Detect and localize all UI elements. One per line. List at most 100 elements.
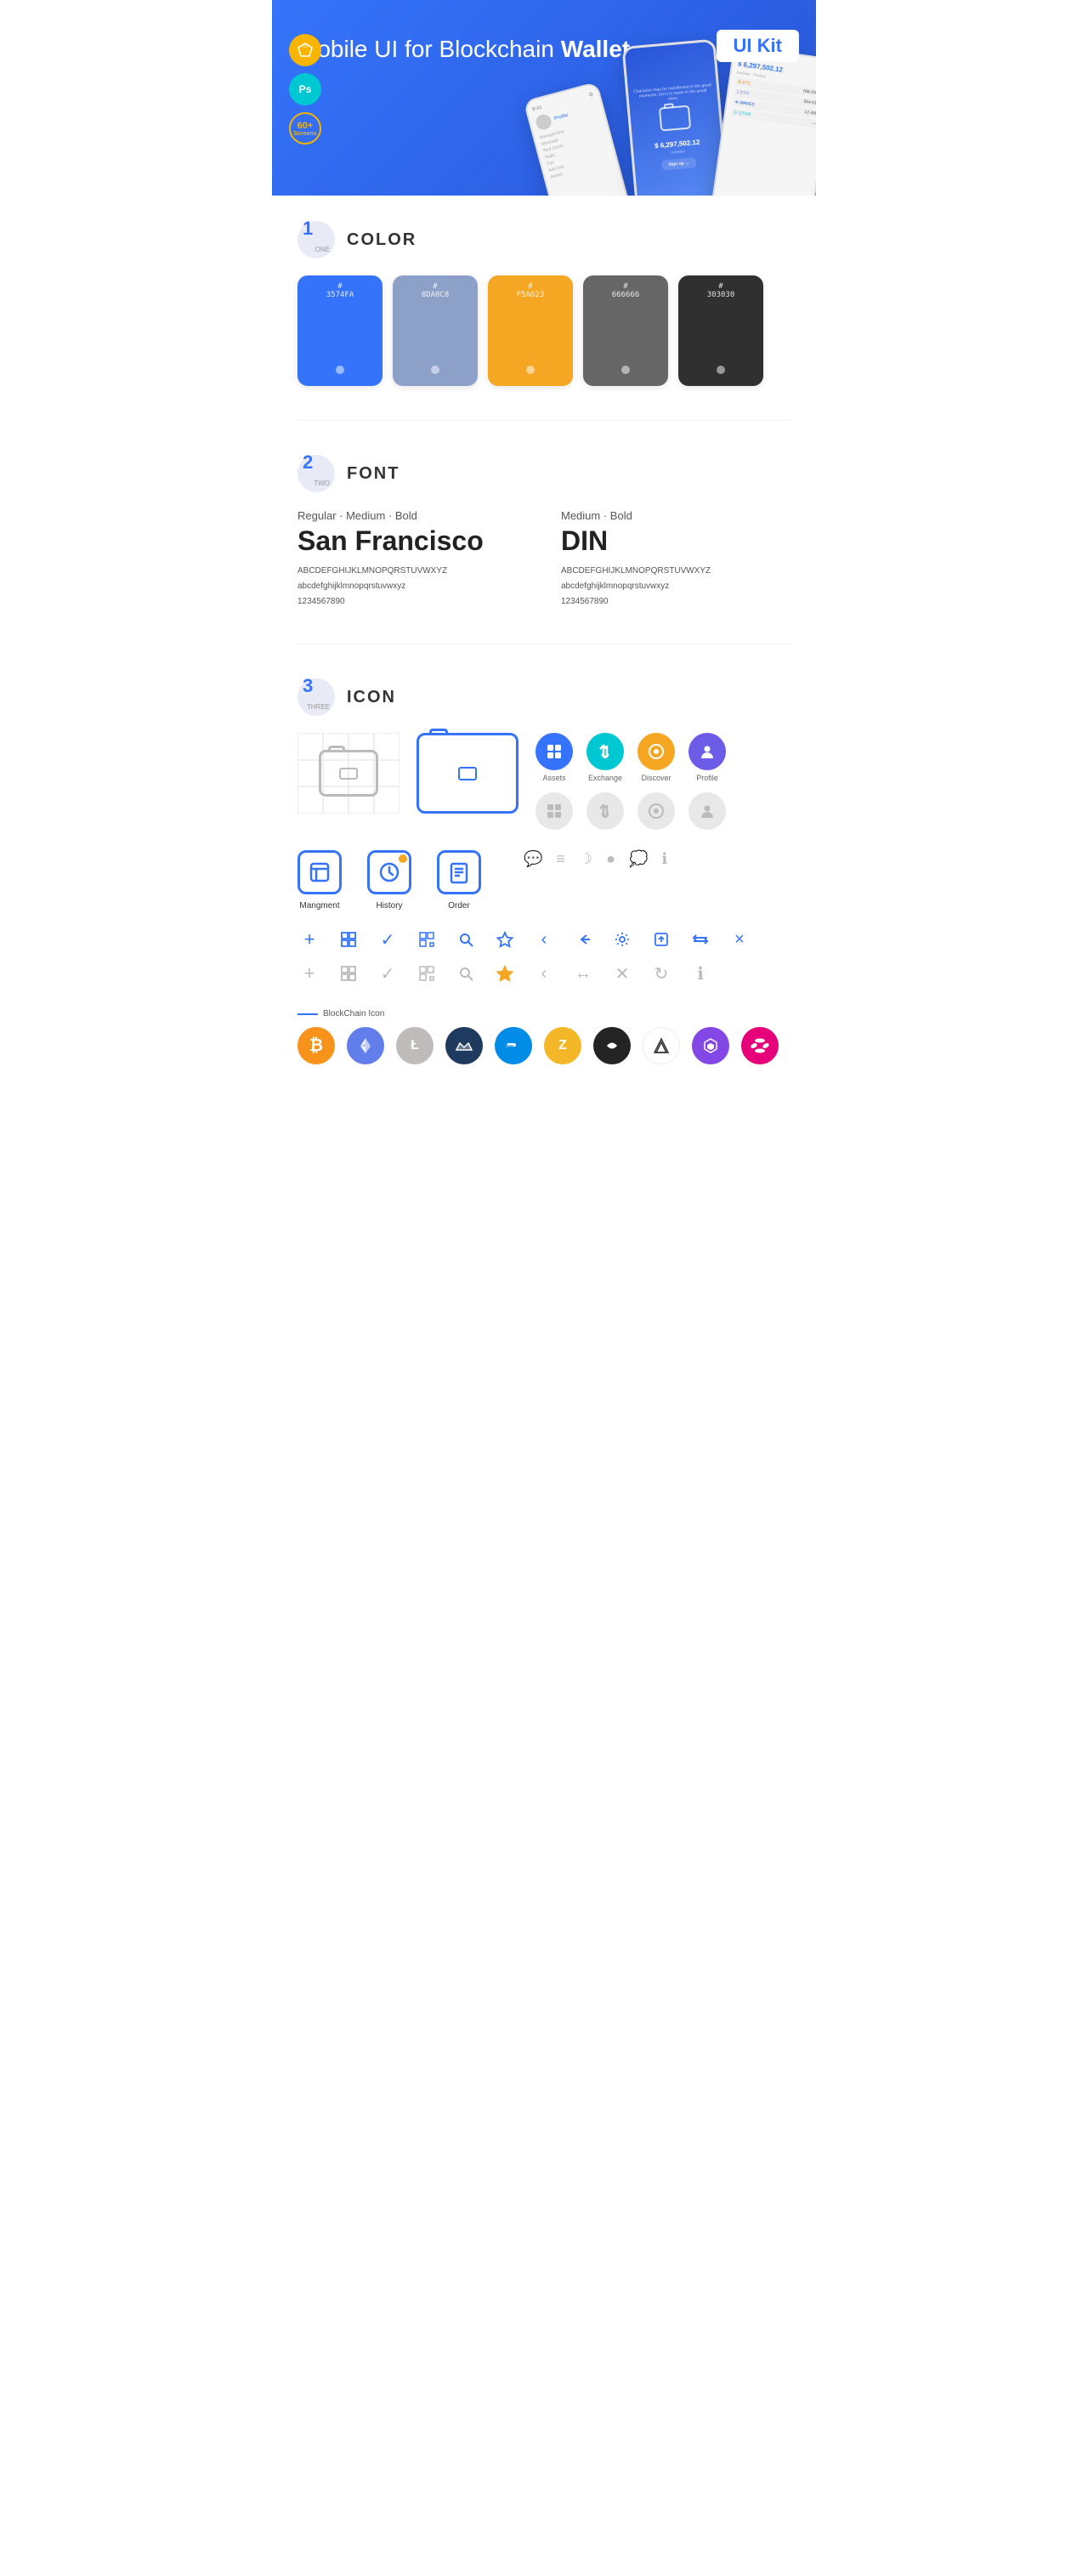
exchange-icon bbox=[586, 733, 624, 770]
management-icon-label: Mangment bbox=[299, 901, 339, 911]
discover-icon bbox=[638, 733, 675, 770]
dash-icon bbox=[495, 1027, 532, 1064]
ps-badge: Ps bbox=[289, 73, 321, 105]
color-swatch-3: # F5A623 bbox=[488, 275, 573, 386]
wallet-wireframe-icon bbox=[298, 733, 400, 814]
icon-section: 3 THREE ICON bbox=[298, 653, 790, 1115]
assets-icon-gray bbox=[536, 792, 573, 830]
moon-icon: ☽ bbox=[579, 850, 592, 868]
history-icon bbox=[367, 850, 411, 894]
exchange-icon-item: Exchange bbox=[586, 733, 624, 782]
icon-section-number: 3 THREE bbox=[298, 678, 335, 716]
order-icon-label: Order bbox=[448, 901, 470, 911]
hero-badges: Ps 60+ Screens bbox=[289, 34, 321, 145]
assets-icon bbox=[536, 733, 573, 770]
profile-icon bbox=[688, 733, 726, 770]
toolbar-icons-gray: + ✓ ‹ ↔ ✕ ↻ ℹ bbox=[298, 962, 790, 985]
profile-icon-gray bbox=[688, 792, 726, 830]
font-sf-lower: abcdefghijklmnopqrstuvwxyz bbox=[298, 579, 527, 594]
search-icon-gray bbox=[454, 962, 478, 985]
plus-icon-gray: + bbox=[298, 962, 321, 985]
color-section-number: 1 ONE bbox=[298, 221, 335, 258]
refresh-icon-gray: ↻ bbox=[649, 962, 673, 985]
toolbar-icons-blue: + ✓ ‹ bbox=[298, 928, 790, 951]
management-icon-item: Mangment bbox=[298, 850, 342, 911]
phone-right: myWallet+ $ 6,297,502.12 Available · Pen… bbox=[710, 45, 816, 196]
history-icon-label: History bbox=[376, 901, 402, 911]
zcash-icon: Z bbox=[544, 1027, 581, 1064]
sketch-badge bbox=[289, 34, 321, 66]
plus-icon: + bbox=[298, 928, 321, 951]
screens-label: Screens bbox=[293, 131, 316, 137]
font-section: 2 TWO FONT Regular · Medium · Bold San F… bbox=[298, 429, 790, 635]
exchange-icon-label: Exchange bbox=[588, 774, 622, 782]
font-din-numbers: 1234567890 bbox=[561, 594, 790, 610]
chat-icon: 💬 bbox=[524, 850, 542, 868]
circle-icon: ● bbox=[606, 850, 615, 868]
font-sf-upper: ABCDEFGHIJKLMNOPQRSTUVWXYZ bbox=[298, 564, 527, 579]
phone-left: 9:41⚙ Profile Management Message Red Car… bbox=[523, 82, 634, 196]
ui-kit-badge: UI Kit bbox=[717, 30, 799, 62]
color-swatch-5: # 303030 bbox=[678, 275, 763, 386]
qr-icon-gray bbox=[415, 962, 439, 985]
litecoin-icon: Ł bbox=[396, 1027, 434, 1064]
x-icon-gray: ✕ bbox=[610, 962, 634, 985]
ethereum-icon bbox=[347, 1027, 384, 1064]
hero-title-text: Mobile UI for Blockchain bbox=[298, 36, 561, 62]
discover-icon-item: Discover bbox=[638, 733, 675, 782]
order-icon bbox=[437, 850, 481, 894]
profile-icon-label: Profile bbox=[696, 774, 718, 782]
app-icons-row: Mangment History Order 💬 bbox=[298, 850, 790, 911]
blockchain-label-text: BlockChain Icon bbox=[323, 1009, 384, 1018]
nav-icons-row-1: Assets Exchange Discover bbox=[536, 733, 726, 782]
blockchain-line bbox=[298, 1013, 318, 1015]
color-swatch-4: # 666666 bbox=[583, 275, 668, 386]
check-icon-gray: ✓ bbox=[376, 962, 400, 985]
color-section: 1 ONE COLOR # 3574FA # 8DA0C8 # F5A623 bbox=[298, 196, 790, 411]
grid-icon bbox=[337, 928, 360, 951]
hero-section: Mobile UI for Blockchain Wallet UI Kit P… bbox=[272, 0, 816, 196]
waves-icon bbox=[445, 1027, 483, 1064]
speech-icon: 💭 bbox=[629, 850, 648, 868]
font-sf-name: San Francisco bbox=[298, 525, 527, 557]
upload-icon bbox=[649, 928, 673, 951]
transfer-icon bbox=[688, 928, 712, 951]
iota-icon bbox=[593, 1027, 631, 1064]
exchange-icon-gray bbox=[586, 792, 624, 830]
qr-icon bbox=[415, 928, 439, 951]
phones-container: 9:41⚙ Profile Management Message Red Car… bbox=[552, 43, 816, 196]
font-din-lower: abcdefghijklmnopqrstuvwxyz bbox=[561, 579, 790, 594]
star-icon-gray bbox=[493, 962, 517, 985]
font-section-number: 2 TWO bbox=[298, 455, 335, 492]
font-section-title: FONT bbox=[347, 464, 400, 484]
color-swatch-2: # 8DA0C8 bbox=[393, 275, 478, 386]
management-icon bbox=[298, 850, 342, 894]
close-icon: × bbox=[728, 928, 751, 951]
back-icon-gray: ‹ bbox=[532, 962, 556, 985]
main-content: 1 ONE COLOR # 3574FA # 8DA0C8 # F5A623 bbox=[272, 196, 816, 1115]
assets-icon-item: Assets bbox=[536, 733, 573, 782]
discover-icon-gray bbox=[638, 792, 675, 830]
crypto-icons-row: ₿ Ł Z bbox=[298, 1027, 790, 1064]
search-icon bbox=[454, 928, 478, 951]
font-section-header: 2 TWO FONT bbox=[298, 455, 790, 492]
extra-icons-row1: 💬 ≡ ☽ ● 💭 ℹ bbox=[524, 850, 667, 868]
font-din-name: DIN bbox=[561, 525, 790, 557]
font-sf: Regular · Medium · Bold San Francisco AB… bbox=[298, 509, 527, 610]
color-section-title: COLOR bbox=[347, 230, 416, 250]
assets-icon-label: Assets bbox=[542, 774, 565, 782]
blockchain-label: BlockChain Icon bbox=[298, 1009, 790, 1018]
info-icon: ℹ bbox=[661, 850, 667, 868]
arrow-icon-gray: ↔ bbox=[571, 962, 595, 985]
check-icon: ✓ bbox=[376, 928, 400, 951]
extra-icons: 💬 ≡ ☽ ● 💭 ℹ bbox=[524, 850, 667, 868]
discover-icon-label: Discover bbox=[641, 774, 671, 782]
color-section-header: 1 ONE COLOR bbox=[298, 221, 790, 258]
screens-badge: 60+ Screens bbox=[289, 112, 321, 145]
settings-icon bbox=[610, 928, 634, 951]
icon-top-row: Assets Exchange Discover bbox=[298, 733, 790, 830]
order-icon-item: Order bbox=[437, 850, 481, 911]
screens-count: 60+ bbox=[298, 121, 314, 131]
back-icon: ‹ bbox=[532, 928, 556, 951]
star-icon bbox=[493, 928, 517, 951]
